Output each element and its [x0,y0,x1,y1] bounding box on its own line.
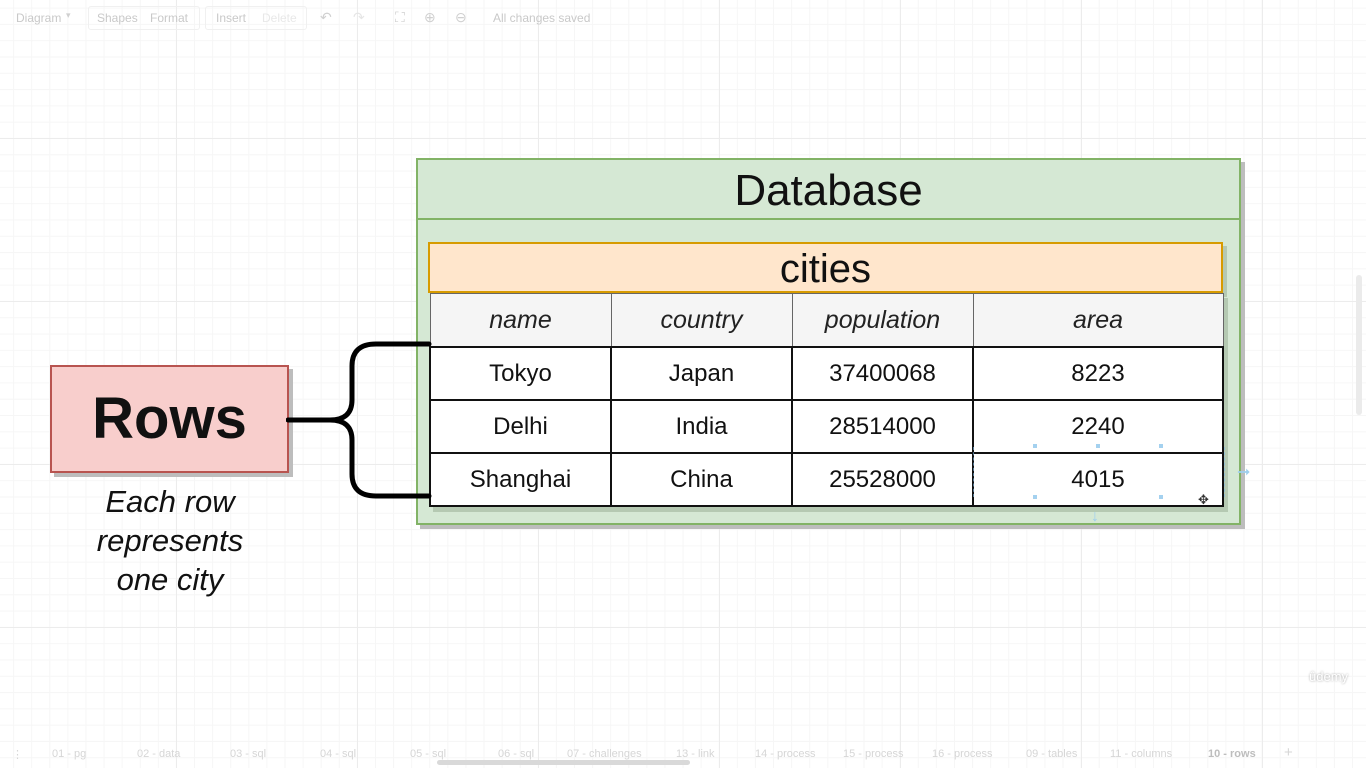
brace-path [286,341,432,499]
pages-menu-icon[interactable]: ⋮ [12,748,23,761]
page-tab[interactable]: 06 - sql [498,748,534,760]
table-cell[interactable]: 25528000 [791,452,974,507]
page-tab-active[interactable]: 10 - rows [1208,748,1256,760]
table-cell[interactable]: 37400068 [791,346,974,401]
page-tab[interactable]: 01 - pg [52,748,86,760]
rows-caption-line: Each row [105,484,235,519]
table-row: Shanghai China 25528000 4015 [429,452,1224,507]
shapes-button[interactable]: Shapes [97,11,138,25]
add-page-icon[interactable]: + [1284,744,1293,761]
selection-outline [1224,447,1225,497]
save-status: All changes saved [493,11,591,25]
column-header[interactable]: population [791,293,974,348]
table-cell[interactable]: India [610,399,793,454]
column-header[interactable]: country [610,293,793,348]
curly-brace-connector[interactable] [286,340,436,502]
page-tab[interactable]: 04 - sql [320,748,356,760]
table-row: Tokyo Japan 37400068 8223 [429,346,1224,401]
table-cell[interactable]: China [610,452,793,507]
page-tab[interactable]: 14 - process [755,748,816,760]
page-tab[interactable]: 05 - sql [410,748,446,760]
udemy-watermark: ûdemy [1309,669,1349,684]
page-tab[interactable]: 11 - columns [1110,748,1172,760]
table-cell[interactable]: Tokyo [429,346,612,401]
undo-icon[interactable]: ↶ [320,9,332,26]
page-tab[interactable]: 03 - sql [230,748,266,760]
database-title: Database [418,160,1239,220]
column-header[interactable]: area [972,293,1224,348]
horizontal-scrollbar[interactable] [437,760,690,765]
table-cell[interactable]: Shanghai [429,452,612,507]
cities-table[interactable]: name country population area Tokyo Japan… [429,293,1224,507]
resize-handle[interactable] [1159,495,1163,499]
fullscreen-icon[interactable]: ⛶ [395,9,405,26]
page-tab[interactable]: 07 - challenges [567,748,642,760]
page-tab[interactable]: 16 - process [932,748,993,760]
page-tab[interactable]: 15 - process [843,748,904,760]
move-icon[interactable]: ✥ [1198,492,1209,508]
rows-caption-line: one city [116,562,224,597]
rows-label[interactable]: Rows [50,365,289,473]
resize-handle[interactable] [1159,444,1163,448]
page-tab[interactable]: 13 - link [676,748,715,760]
column-header[interactable]: name [429,293,612,348]
arrow-right-icon[interactable]: ➞ [1237,462,1250,482]
table-cell[interactable]: 8223 [972,346,1224,401]
insert-button[interactable]: Insert [216,11,246,25]
vertical-scrollbar[interactable] [1356,275,1362,415]
format-button[interactable]: Format [150,11,188,25]
page-tab[interactable]: 09 - tables [1026,748,1077,760]
resize-handle[interactable] [1096,444,1100,448]
resize-handle[interactable] [1033,444,1037,448]
diagram-menu[interactable]: Diagram [16,11,61,25]
rows-caption[interactable]: Each row represents one city [60,482,280,599]
resize-handle[interactable] [1033,495,1037,499]
zoom-out-icon[interactable]: ⊖ [455,9,467,26]
page-tab[interactable]: 02 - data [137,748,180,760]
table-name-header[interactable]: cities [428,242,1223,293]
table-cell[interactable]: 4015 [972,452,1224,507]
table-row: Delhi India 28514000 2240 [429,399,1224,454]
table-cell[interactable]: Delhi [429,399,612,454]
table-cell[interactable]: 28514000 [791,399,974,454]
selection-outline [973,447,974,497]
delete-button[interactable]: Delete [262,11,297,25]
zoom-in-icon[interactable]: ⊕ [424,9,436,26]
rows-caption-line: represents [96,523,244,558]
redo-icon[interactable]: ↷ [353,9,365,26]
toolbar: Diagram ▾ Shapes Format Insert Delete ↶ … [0,0,1366,36]
column-header-row: name country population area [429,293,1224,348]
chevron-down-icon: ▾ [66,10,71,20]
arrow-down-icon[interactable]: ↓ [1091,508,1099,526]
table-cell[interactable]: Japan [610,346,793,401]
